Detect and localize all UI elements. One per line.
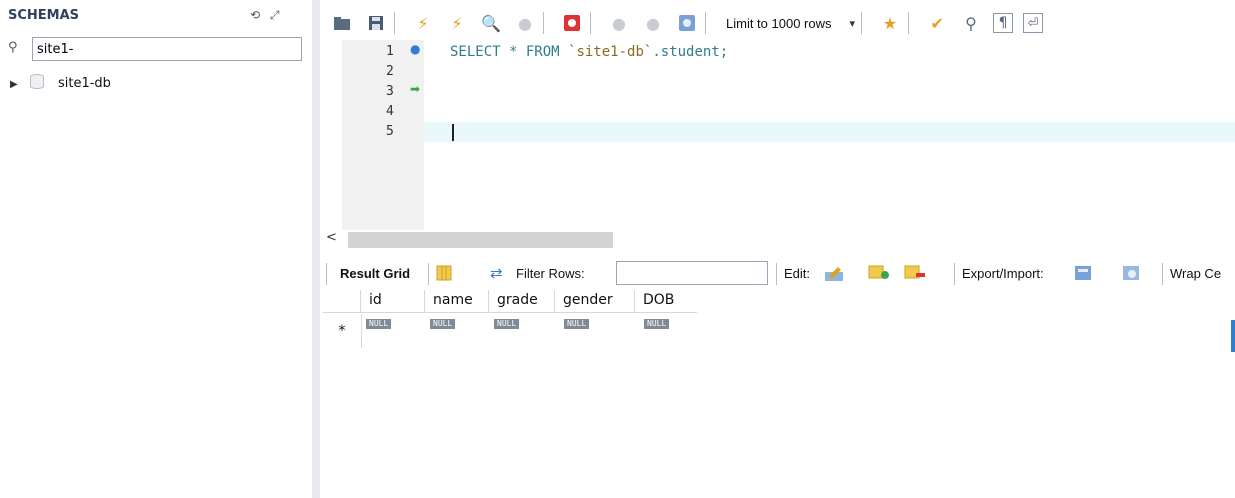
filter-rows-label: Filter Rows: xyxy=(516,266,585,281)
limit-rows-select[interactable]: Limit to 1000 rows xyxy=(726,16,832,31)
line-number: 3 xyxy=(386,84,394,99)
stop-icon[interactable]: ● xyxy=(513,11,537,35)
schema-navigator: SCHEMAS ⟲ ⤢ ⚲ ▶ site1-db xyxy=(0,0,312,498)
column-header-gender[interactable]: gender xyxy=(555,290,635,312)
null-cell-name[interactable]: NULL xyxy=(430,319,456,329)
execute-icon[interactable]: ⚡ xyxy=(411,11,435,35)
result-toolbar: Result Grid ⇄ Filter Rows: Edit: Export/… xyxy=(320,260,1235,288)
sql-code-line[interactable]: SELECT * FROM `site1-db`.student; xyxy=(450,44,728,60)
snippet-star-icon[interactable]: ★ xyxy=(878,11,902,35)
statement-dot-icon: ● xyxy=(410,42,421,56)
expand-triangle-icon[interactable]: ▶ xyxy=(10,79,18,90)
refresh-icon[interactable]: ⇄ xyxy=(490,264,503,282)
save-icon[interactable] xyxy=(364,11,388,35)
export-icon[interactable] xyxy=(1074,264,1094,285)
grid-layout-icon[interactable] xyxy=(436,265,452,284)
explain-icon[interactable]: 🔍 xyxy=(479,11,503,35)
query-editor: ⚡ ⚡ 🔍 ● ● ● Limit to 1000 rows ▾ ★ ✔ ⚲ ¶… xyxy=(320,0,1235,232)
schema-search-input[interactable] xyxy=(32,37,302,61)
open-file-icon[interactable] xyxy=(330,11,354,35)
text-caret xyxy=(452,124,454,141)
scrollbar-thumb[interactable] xyxy=(348,232,613,248)
column-header-id[interactable]: id xyxy=(361,290,425,312)
word-wrap-icon[interactable]: ⏎ xyxy=(1023,13,1044,33)
null-cell-grade[interactable]: NULL xyxy=(494,319,520,329)
autocommit-icon[interactable] xyxy=(675,11,699,35)
row-header-corner xyxy=(323,290,361,312)
null-cell-gender[interactable]: NULL xyxy=(564,319,590,329)
edit-label: Edit: xyxy=(784,266,811,281)
panel-divider[interactable] xyxy=(312,0,320,498)
wrap-cell-label[interactable]: Wrap Ce xyxy=(1170,266,1221,281)
new-row-marker: * xyxy=(323,314,362,348)
result-grid: id name grade gender DOB * NULL NULL NUL… xyxy=(320,288,1235,498)
line-number: 5 xyxy=(386,124,394,139)
execute-current-icon[interactable]: ⚡ xyxy=(445,11,469,35)
invisible-chars-icon[interactable]: ¶ xyxy=(993,13,1014,33)
column-header-name[interactable]: name xyxy=(425,290,489,312)
editor-toolbar: ⚡ ⚡ 🔍 ● ● ● Limit to 1000 rows ▾ ★ ✔ ⚲ ¶… xyxy=(320,8,1235,38)
scroll-left-icon[interactable]: < xyxy=(326,230,337,245)
current-line-highlight xyxy=(424,122,1235,142)
export-import-label: Export/Import: xyxy=(962,266,1044,281)
result-grid-tab[interactable]: Result Grid xyxy=(340,266,410,281)
tree-item-site1-db[interactable]: ▶ site1-db xyxy=(10,74,111,92)
search-icon: ⚲ xyxy=(8,40,18,55)
edit-row-icon[interactable] xyxy=(824,264,844,285)
expand-icon[interactable]: ⤢ xyxy=(270,8,280,23)
column-header-dob[interactable]: DOB xyxy=(635,290,697,312)
line-number: 4 xyxy=(386,104,394,119)
null-cell-id[interactable]: NULL xyxy=(366,319,392,329)
delete-row-icon[interactable] xyxy=(904,264,926,283)
line-gutter: 1 ● 2 3 ➡ 4 5 xyxy=(342,40,424,232)
toggle-error-icon[interactable] xyxy=(560,11,584,35)
refresh-icon[interactable]: ⟲ xyxy=(250,8,260,22)
null-cell-dob[interactable]: NULL xyxy=(644,319,670,329)
database-icon xyxy=(29,74,44,89)
line-number: 2 xyxy=(386,64,394,79)
schemas-title: SCHEMAS xyxy=(8,8,80,23)
column-header-grade[interactable]: grade xyxy=(489,290,555,312)
tree-item-label: site1-db xyxy=(57,76,111,91)
commit-icon[interactable]: ● xyxy=(607,11,631,35)
grid-header-row: id name grade gender DOB xyxy=(323,290,697,313)
beautify-icon[interactable]: ✔ xyxy=(925,11,949,35)
find-icon[interactable]: ⚲ xyxy=(959,11,983,35)
current-statement-arrow-icon: ➡ xyxy=(410,82,421,96)
sql-table: .student; xyxy=(652,44,729,60)
import-icon[interactable] xyxy=(1122,264,1142,285)
insert-row-icon[interactable] xyxy=(868,264,890,283)
navigator-tools: ⟲ ⤢ xyxy=(250,8,286,23)
editor-horizontal-scrollbar[interactable]: < xyxy=(320,230,1235,250)
chevron-down-icon[interactable]: ▾ xyxy=(850,17,856,30)
filter-rows-input[interactable] xyxy=(616,261,768,285)
sql-keywords: SELECT * FROM xyxy=(450,44,569,60)
schema-search: ⚲ xyxy=(6,37,304,63)
rollback-icon[interactable]: ● xyxy=(641,11,665,35)
line-number: 1 xyxy=(386,44,394,59)
side-panel-edge[interactable] xyxy=(1231,320,1235,352)
sql-schema-name: `site1-db` xyxy=(568,44,653,60)
